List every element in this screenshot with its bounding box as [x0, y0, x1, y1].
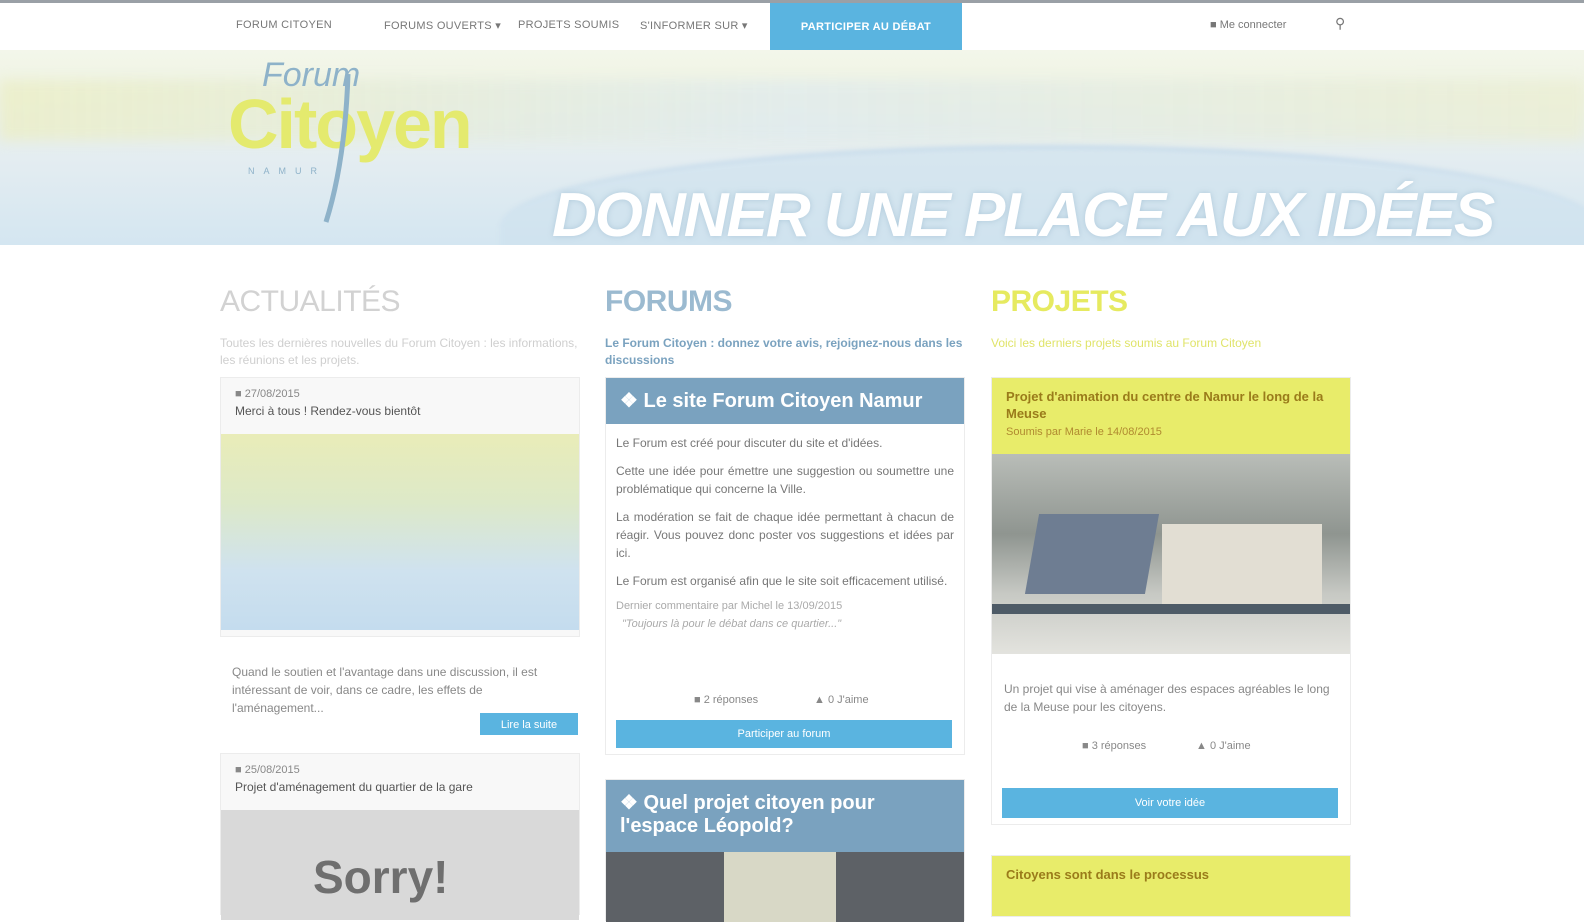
news-card-title[interactable]: Projet d'aménagement du quartier de la g… — [221, 778, 579, 800]
thumbs-up-icon: ▲ — [1196, 740, 1207, 752]
forum-card-title: Quel projet citoyen pour l'espace Léopol… — [620, 792, 875, 837]
comments-text: 3 réponses — [1091, 740, 1147, 752]
nav-item-forums[interactable]: FORUMS OUVERTS ▾ — [384, 19, 501, 32]
forum-paragraph: Le Forum est créé pour discuter du site … — [616, 436, 883, 450]
comment-icon: ■ — [235, 388, 242, 400]
chat-icon: ❖ — [620, 390, 638, 412]
news-card-date: ■ 27/08/2015 — [221, 378, 579, 402]
forum-paragraph: Le Forum est organisé afin que le site s… — [616, 574, 948, 588]
project-image-building — [1024, 514, 1160, 594]
project-image-building — [1162, 524, 1322, 604]
forum-image-detail — [724, 852, 836, 922]
project-card-header[interactable]: Projet d'animation du centre de Namur le… — [992, 378, 1350, 454]
news-column: ACTUALITÉS Toutes les dernières nouvelle… — [220, 285, 580, 920]
project-card-excerpt: Un projet qui vise à aménager des espace… — [1004, 682, 1330, 714]
forum-last-comment: Dernier commentaire par Michel le 13/09/… — [616, 600, 843, 612]
login-label: Me connecter — [1219, 19, 1287, 31]
project-card-title: Citoyens sont dans le processus — [1006, 867, 1210, 882]
forum-paragraph: La modération se fait de chaque idée per… — [616, 510, 954, 560]
forum-quote: "Toujours là pour le débat dans ce quart… — [622, 618, 842, 630]
news-title: ACTUALITÉS — [220, 285, 401, 318]
forums-column: FORUMS Le Forum Citoyen : donnez votre a… — [605, 285, 965, 922]
project-card: Projet d'animation du centre de Namur le… — [991, 377, 1351, 825]
likes-text: 0 J'aime — [1209, 740, 1251, 752]
project-likes-count[interactable]: ▲ 0 J'aime — [1196, 740, 1251, 752]
participate-button[interactable]: PARTICIPER AU DÉBAT — [770, 3, 962, 53]
forum-card-image[interactable] — [606, 852, 964, 922]
user-icon: ■ — [1210, 19, 1217, 31]
comment-icon: ■ — [1082, 740, 1089, 752]
likes-text: 0 J'aime — [827, 694, 869, 706]
project-comments-count[interactable]: ■ 3 réponses — [1082, 740, 1146, 752]
forum-card-title: Le site Forum Citoyen Namur — [643, 390, 923, 412]
forum-card-body: Le Forum est créé pour discuter du site … — [616, 434, 954, 630]
project-card-header[interactable]: Citoyens sont dans le processus — [992, 856, 1350, 916]
news-card: ■ 27/08/2015 Merci à tous ! Rendez-vous … — [220, 377, 580, 637]
news-image-caption: Sorry! — [313, 851, 449, 903]
logo-y-stroke — [323, 74, 351, 223]
forum-comments-count[interactable]: ■ 2 réponses — [694, 694, 758, 706]
search-icon[interactable]: ⚲ — [1335, 15, 1345, 32]
projects-subtitle: Voici les derniers projets soumis au For… — [991, 336, 1262, 350]
news-card-image[interactable] — [221, 434, 579, 630]
projects-title: PROJETS — [991, 285, 1128, 318]
comments-text: 2 réponses — [703, 694, 759, 706]
forums-subtitle: Le Forum Citoyen : donnez votre avis, re… — [605, 336, 963, 367]
participate-forum-button[interactable]: Participer au forum — [616, 720, 952, 748]
forum-likes-count[interactable]: ▲ 0 J'aime — [814, 694, 869, 706]
project-card: Citoyens sont dans le processus — [991, 855, 1351, 917]
project-card-image[interactable] — [992, 454, 1350, 654]
news-card-image[interactable]: Sorry! — [221, 810, 579, 920]
forum-card-header[interactable]: ❖ Le site Forum Citoyen Namur — [606, 378, 964, 424]
news-card: ■ 25/08/2015 Projet d'aménagement du qua… — [220, 753, 580, 920]
project-card-meta: Soumis par Marie le 14/08/2015 — [1006, 426, 1162, 438]
thumbs-up-icon: ▲ — [814, 694, 825, 706]
forums-title: FORUMS — [605, 285, 733, 318]
forum-card: ❖ Le site Forum Citoyen Namur Le Forum e… — [605, 377, 965, 755]
news-date-text: 27/08/2015 — [244, 388, 300, 400]
comment-icon: ■ — [694, 694, 701, 706]
nav-item-projects[interactable]: PROJETS SOUMIS — [518, 19, 619, 31]
login-link[interactable]: ■ Me connecter — [1210, 19, 1286, 31]
forum-card-header[interactable]: ❖ Quel projet citoyen pour l'espace Léop… — [606, 780, 964, 852]
forum-paragraph: Cette une idée pour émettre une suggesti… — [616, 464, 954, 496]
logo-city-text: NAMUR — [248, 166, 326, 176]
projects-column: PROJETS Voici les derniers projets soumi… — [991, 285, 1351, 917]
read-more-button[interactable]: Lire la suite — [480, 713, 578, 735]
news-subtitle: Toutes les dernières nouvelles du Forum … — [220, 336, 578, 367]
view-idea-button[interactable]: Voir votre idée — [1002, 788, 1338, 818]
news-card-title[interactable]: Merci à tous ! Rendez-vous bientôt — [221, 402, 579, 424]
main-navbar: FORUM CITOYEN FORUMS OUVERTS ▾ PROJETS S… — [0, 3, 1584, 53]
project-card-title: Projet d'animation du centre de Namur le… — [1006, 389, 1324, 421]
chat-icon: ❖ — [620, 792, 638, 814]
banner-slogan: DONNER UNE PLACE AUX IDÉES — [552, 181, 1495, 250]
comment-icon: ■ — [235, 764, 242, 776]
nav-item-home[interactable]: FORUM CITOYEN — [236, 19, 332, 31]
news-date-text: 25/08/2015 — [244, 764, 300, 776]
nav-item-info[interactable]: S'INFORMER SUR ▾ — [640, 19, 748, 32]
project-image-riverbank — [992, 604, 1350, 614]
news-card-date: ■ 25/08/2015 — [221, 754, 579, 778]
